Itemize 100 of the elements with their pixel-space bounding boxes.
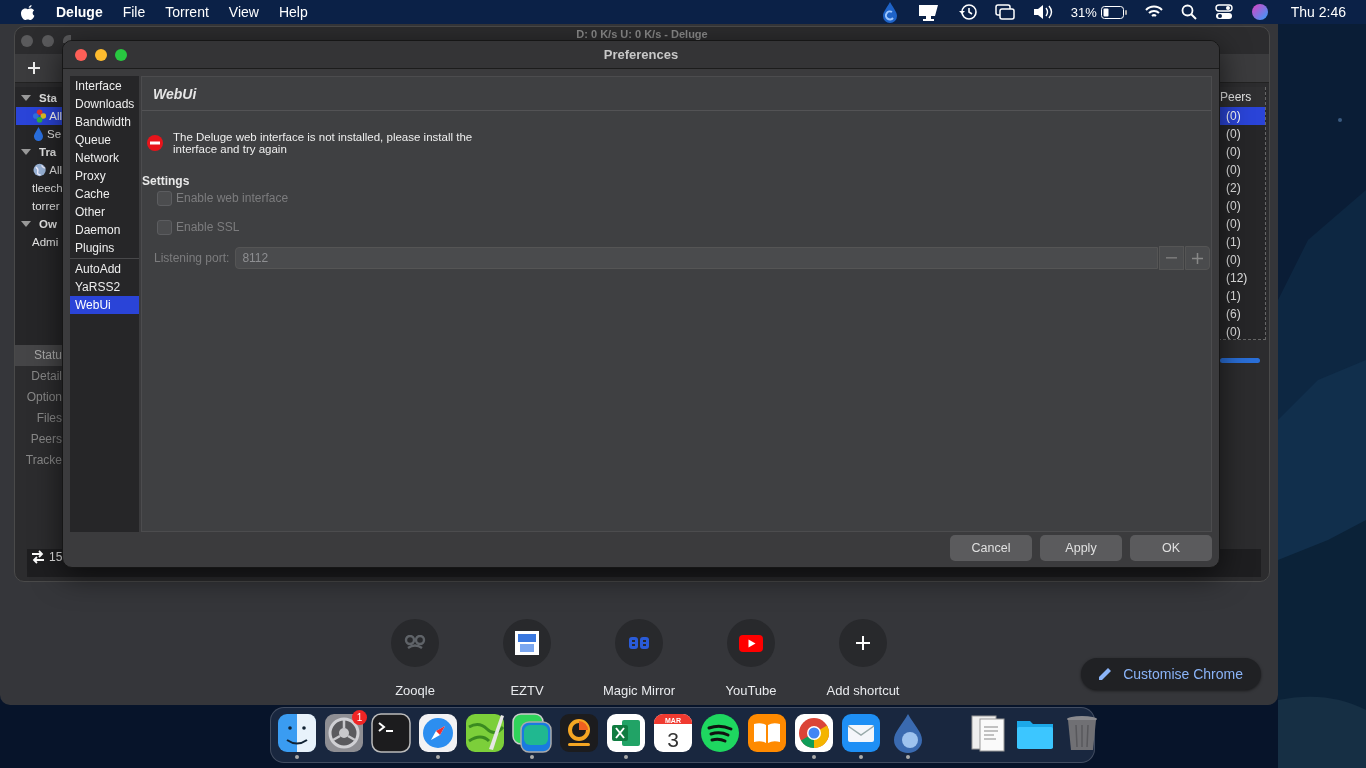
toggles-icon[interactable] xyxy=(1214,4,1233,20)
open-book-icon[interactable] xyxy=(747,713,787,753)
connection-count: 15 xyxy=(49,550,63,564)
documents-icon[interactable] xyxy=(968,713,1008,753)
water-drop-icon[interactable] xyxy=(880,1,899,23)
category-item[interactable]: YaRSS2 xyxy=(70,278,139,296)
terminal-icon[interactable] xyxy=(371,713,411,753)
tv-logo-icon xyxy=(515,631,539,655)
speaker-icon[interactable] xyxy=(1032,4,1053,20)
tree-header[interactable]: Sta xyxy=(39,92,57,104)
dialog-title: Preferences xyxy=(603,47,679,62)
window-control[interactable] xyxy=(75,48,87,61)
table-cell-text: (0) xyxy=(1225,126,1242,143)
category-item[interactable]: Downloads xyxy=(70,95,139,113)
disclosure-triangle-icon[interactable] xyxy=(21,95,31,101)
window-control[interactable] xyxy=(95,48,107,61)
customise-button[interactable]: Customise Chrome xyxy=(1081,658,1261,690)
category-item[interactable]: Daemon xyxy=(70,221,139,239)
app-menu[interactable]: Deluge xyxy=(56,4,103,20)
page-heading: WebUi xyxy=(153,85,197,102)
category-item[interactable]: Plugins xyxy=(70,239,139,257)
tree-header[interactable]: Ow xyxy=(39,218,57,230)
category-item[interactable]: Other xyxy=(70,203,139,221)
tree-item[interactable]: tleech xyxy=(16,179,62,197)
spreadsheet-icon[interactable] xyxy=(606,713,646,753)
shortcut-label[interactable]: Zooqle xyxy=(395,683,435,698)
gear-icon[interactable] xyxy=(324,713,364,753)
table-cell-text: (0) xyxy=(1225,162,1242,179)
tree-header[interactable]: Tra xyxy=(39,146,57,158)
shortcut-label[interactable]: EZTV xyxy=(510,683,544,698)
category-item[interactable]: Network xyxy=(70,149,139,167)
shortcut-tile[interactable] xyxy=(727,619,775,667)
menu-item[interactable]: File xyxy=(122,4,146,20)
orb-icon[interactable] xyxy=(1250,3,1269,21)
category-item[interactable]: WebUi xyxy=(70,296,139,314)
menu-item[interactable]: View xyxy=(228,4,259,20)
table-cell-text: (6) xyxy=(1225,306,1242,323)
shortcut-tile[interactable] xyxy=(839,619,887,667)
disclosure-triangle-icon[interactable] xyxy=(21,149,31,155)
pie-chart-icon[interactable] xyxy=(559,713,599,753)
calendar-day: 3 xyxy=(667,728,679,751)
category-item[interactable]: Interface xyxy=(70,77,139,95)
shortcut-tile[interactable] xyxy=(503,619,551,667)
search-icon[interactable] xyxy=(1180,4,1197,20)
table-cell-text: (1) xyxy=(1225,234,1242,251)
window-title: D: 0 K/s U: 0 K/s - Deluge xyxy=(576,28,708,40)
smiling-face-icon[interactable] xyxy=(277,713,317,753)
monitor-icon[interactable] xyxy=(916,3,941,21)
menu-item[interactable]: Torrent xyxy=(165,4,209,20)
tree-item[interactable]: All xyxy=(16,107,62,125)
water-drop-icon xyxy=(33,127,44,141)
colored-dots-icon xyxy=(33,109,47,123)
category-item[interactable]: AutoAdd xyxy=(70,260,139,278)
category-item[interactable]: Cache xyxy=(70,185,139,203)
plus-icon xyxy=(1192,252,1203,264)
table-cell: (0) xyxy=(1218,107,1265,125)
double-b-icon xyxy=(628,636,650,650)
dialog-button[interactable]: Apply xyxy=(1040,535,1122,561)
ring-icon[interactable] xyxy=(794,713,834,753)
detail-tab[interactable]: Files xyxy=(15,408,62,429)
signal-arcs-icon[interactable] xyxy=(700,713,740,753)
detail-tab[interactable]: Statu xyxy=(15,345,62,366)
column-header[interactable]: Peers xyxy=(1218,87,1265,107)
window-control[interactable] xyxy=(115,48,127,61)
shortcut-tile[interactable] xyxy=(391,619,439,667)
clock[interactable]: Thu 2:46 xyxy=(1290,4,1346,20)
shortcut-label[interactable]: Magic Mirror xyxy=(602,683,676,698)
tree-item[interactable]: torrer xyxy=(16,197,62,215)
menu-item[interactable]: Help xyxy=(278,4,308,20)
detail-tab[interactable]: Tracke xyxy=(15,450,62,471)
shortcut-tile[interactable] xyxy=(615,619,663,667)
apple-icon[interactable] xyxy=(20,3,36,21)
category-item[interactable]: Proxy xyxy=(70,167,139,185)
detail-tab[interactable]: Option xyxy=(15,387,62,408)
tree-item[interactable]: Se xyxy=(16,125,62,143)
error-icon xyxy=(147,135,163,151)
table-cell-text: (0) xyxy=(1225,198,1242,215)
dialog-button[interactable]: OK xyxy=(1130,535,1212,561)
battery-icon[interactable] xyxy=(1100,5,1127,19)
wifi-icon[interactable] xyxy=(1144,5,1163,19)
tree-item[interactable]: All xyxy=(16,161,62,179)
tree-item[interactable]: Admi xyxy=(16,233,62,251)
globe-icon xyxy=(33,163,47,177)
envelope-icon[interactable] xyxy=(841,713,881,753)
pencil-icon xyxy=(1097,666,1114,682)
map-pen-icon[interactable] xyxy=(465,713,505,753)
category-item[interactable]: Queue xyxy=(70,131,139,149)
checkbox-label: Enable SSL xyxy=(176,220,240,234)
disclosure-triangle-icon[interactable] xyxy=(21,221,31,227)
table-cell-text: (2) xyxy=(1225,180,1242,197)
shortcut-label[interactable]: YouTube xyxy=(725,683,777,698)
dialog-button[interactable]: Cancel xyxy=(950,535,1032,561)
category-item[interactable]: Bandwidth xyxy=(70,113,139,131)
detail-tab[interactable]: Peers xyxy=(15,429,62,450)
overlapping-squares-icon[interactable] xyxy=(512,713,552,753)
detail-tab[interactable]: Detail xyxy=(15,366,62,387)
overlapping-windows-icon[interactable] xyxy=(994,4,1015,20)
shortcut-label[interactable]: Add shortcut xyxy=(826,683,900,698)
compass-icon[interactable] xyxy=(418,713,458,753)
increment-button[interactable] xyxy=(1185,246,1210,270)
